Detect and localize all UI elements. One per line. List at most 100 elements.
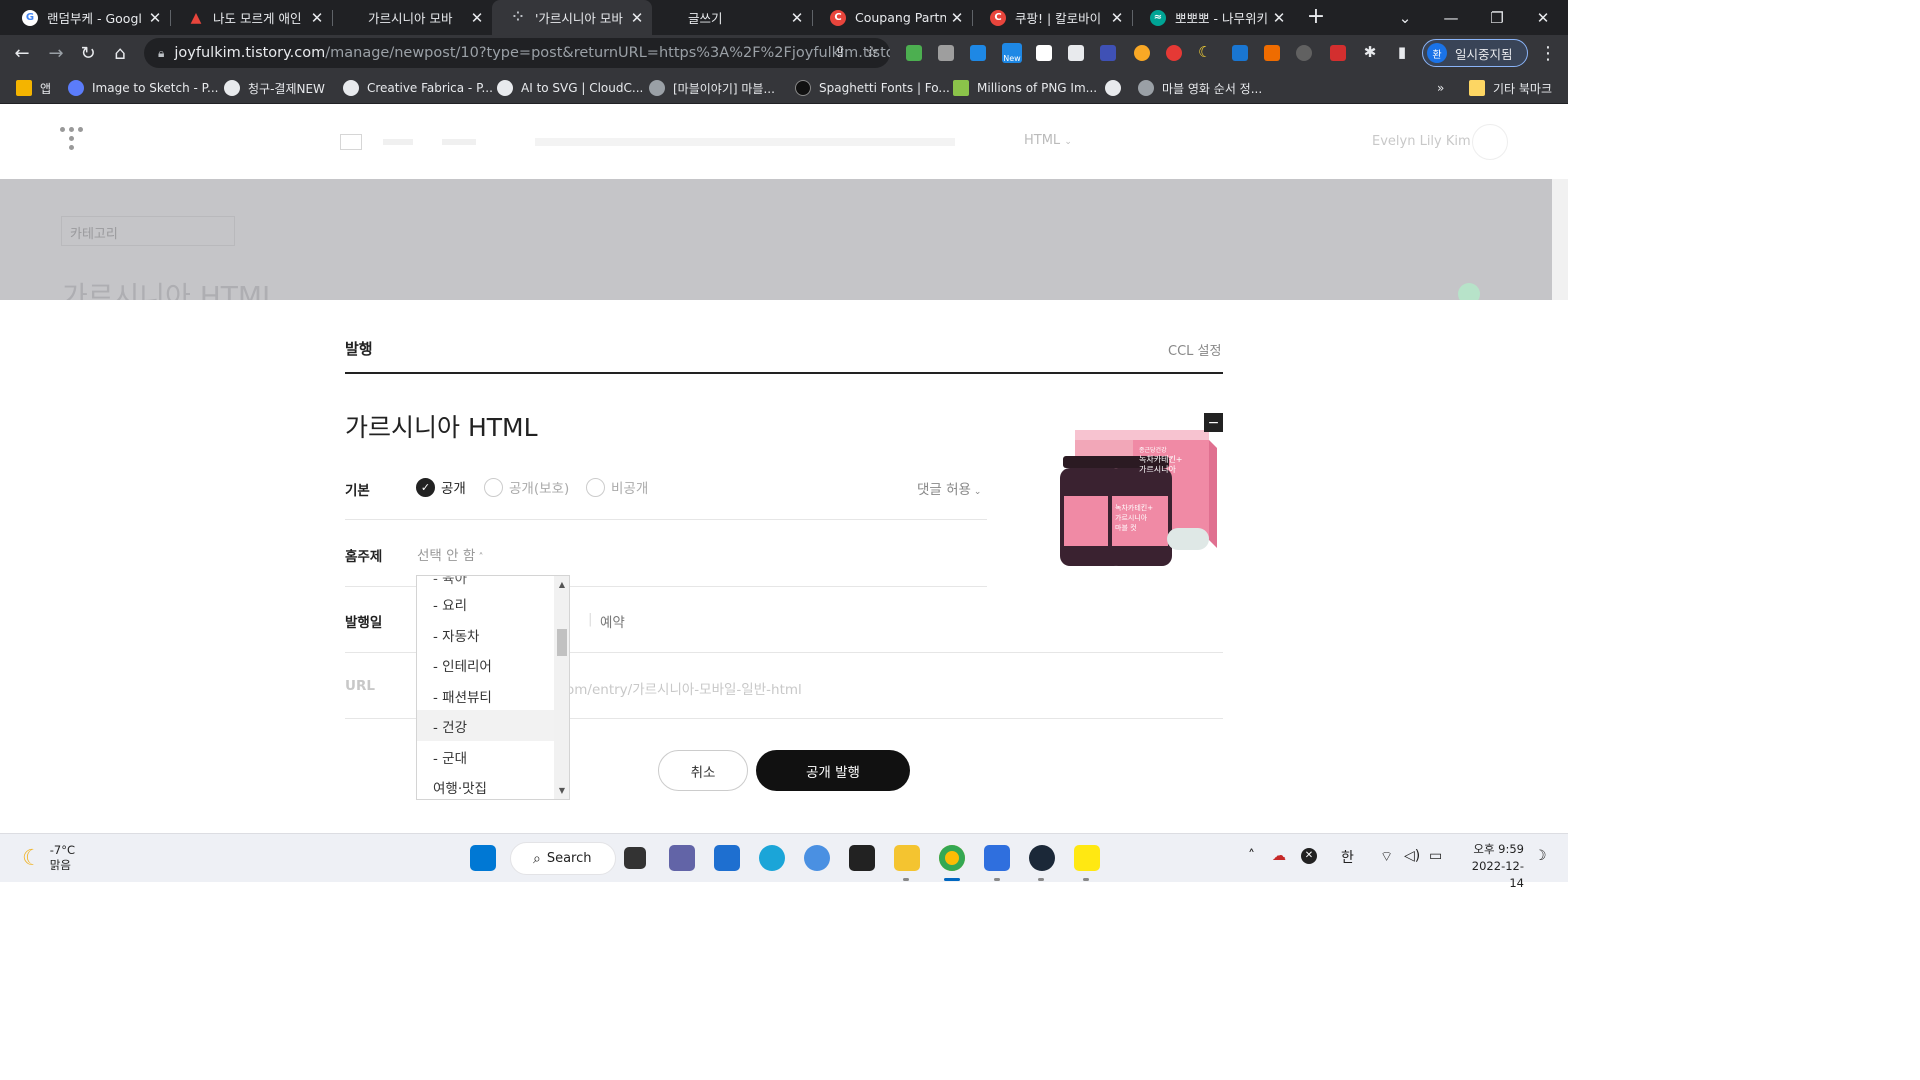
tab-0[interactable]: G 랜덤부케 - Googl ✕ [4, 0, 170, 35]
tab-2[interactable]: 가르시니아 모바 ✕ [332, 0, 492, 35]
visibility-public-radio[interactable]: ✓ 공개 [416, 477, 466, 497]
extension-icon[interactable] [1232, 45, 1248, 61]
pdf-icon[interactable] [1330, 45, 1346, 61]
extension-icon[interactable] [1036, 45, 1052, 61]
list-item[interactable]: 여행·맛집 [417, 771, 554, 799]
close-window-button[interactable]: ✕ [1520, 0, 1566, 35]
close-icon[interactable]: ✕ [1106, 9, 1128, 27]
extension-icon[interactable] [906, 45, 922, 61]
ccl-settings-link[interactable]: CCL 설정 [1168, 340, 1221, 359]
task-view-icon[interactable] [624, 847, 646, 869]
bookmark-item[interactable]: Spaghetti Fonts | Fo... [795, 78, 950, 98]
tab-7[interactable]: ≈ 뽀뽀뽀 - 나무위키 ✕ [1132, 0, 1294, 35]
dropdown-scrollbar[interactable] [554, 576, 569, 799]
address-bar[interactable]: 🔒︎ joyfulkim.tistory.com /manage/newpost… [144, 38, 890, 68]
close-icon[interactable]: ✕ [144, 9, 166, 27]
tab-6[interactable]: C 쿠팡! | 칼로바이 ✕ [972, 0, 1132, 35]
notion-icon[interactable] [849, 845, 875, 871]
minimize-button[interactable]: — [1428, 0, 1474, 35]
tab-3-active[interactable]: ⁘ '가르시니아 모바 ✕ [492, 0, 652, 35]
bookmarks-overflow[interactable]: » [1437, 78, 1444, 98]
focus-moon-icon[interactable]: ☽ [1534, 848, 1547, 864]
bookmark-item[interactable]: [마블이야기] 마블... [649, 78, 775, 98]
extension-icon[interactable] [1166, 45, 1182, 61]
extension-icon[interactable] [1068, 45, 1084, 61]
menu-dots-icon[interactable]: ⋮ [1536, 41, 1560, 65]
edge-icon[interactable] [759, 845, 785, 871]
weather-widget[interactable]: ☾ -7°C 맑음 [22, 843, 75, 873]
bookmark-item[interactable] [1105, 78, 1129, 98]
vpn-icon[interactable] [984, 845, 1010, 871]
ime-indicator[interactable]: 한 [1341, 847, 1354, 867]
publish-schedule-option[interactable]: 예약 [600, 611, 625, 631]
bookmark-item[interactable]: 마블 영화 순서 정... [1138, 78, 1262, 98]
toolbar-item[interactable] [383, 139, 413, 145]
category-select[interactable]: 카테고리 [61, 216, 235, 246]
moon-extension-icon[interactable]: ☾ [1198, 43, 1214, 61]
home-topic-dropdown[interactable]: - 육아 - 요리 - 자동차 - 인테리어 - 패션뷰티 - 건강 - 군대 … [416, 575, 570, 800]
post-title-input[interactable]: 가르시니아 HTML [62, 275, 278, 300]
store-icon[interactable] [714, 845, 740, 871]
bookmark-item[interactable]: AI to SVG | CloudC... [497, 78, 643, 98]
tab-5[interactable]: C Coupang Partners ✕ [812, 0, 972, 35]
close-icon[interactable]: ✕ [626, 9, 648, 27]
new-extension-icon[interactable]: New [1002, 43, 1022, 63]
bookmark-item[interactable]: 청구-결제NEW [224, 78, 325, 98]
list-item[interactable]: - 군대 [417, 741, 554, 772]
tab-search-icon[interactable]: ⌄ [1382, 0, 1428, 35]
bookmark-item[interactable]: Millions of PNG Im... [953, 78, 1097, 98]
profile-button[interactable]: 환 일시중지됨 [1422, 39, 1528, 67]
puzzle-icon[interactable]: ✱ [1360, 43, 1380, 63]
tab-4[interactable]: 글쓰기 ✕ [652, 0, 812, 35]
extension-icon[interactable] [1100, 45, 1116, 61]
list-item[interactable]: - 자동차 [417, 619, 554, 650]
page-scrollbar[interactable] [1552, 179, 1568, 300]
grammarly-icon[interactable] [1458, 283, 1480, 300]
reload-icon[interactable]: ↻ [76, 41, 100, 65]
list-item-hovered[interactable]: - 건강 [417, 710, 554, 741]
home-topic-select[interactable]: 선택 안 함 ˄ [417, 544, 483, 564]
list-item[interactable]: - 패션뷰티 [417, 680, 554, 711]
format-toolbar[interactable] [535, 138, 955, 146]
wifi-icon[interactable]: ⌔ [1380, 848, 1393, 866]
remove-thumbnail-button[interactable]: − [1204, 413, 1223, 432]
chevron-up-icon[interactable]: ˄ [1248, 848, 1255, 864]
image-icon[interactable] [340, 134, 362, 150]
start-icon[interactable] [470, 845, 496, 871]
close-icon[interactable]: ✕ [946, 9, 968, 27]
battery-icon[interactable]: ▭ [1429, 848, 1442, 864]
download-icon[interactable] [970, 45, 986, 61]
cloud-error-icon[interactable]: ☁ [1272, 848, 1286, 864]
chrome-icon[interactable] [939, 845, 965, 871]
tab-1[interactable]: ▲ 나도 모르게 애인 ✕ [170, 0, 332, 35]
comment-allow-dropdown[interactable]: 댓글 허용 ⌄ [917, 478, 981, 498]
visibility-protected-radio[interactable]: 공개(보호) [484, 477, 569, 497]
scroll-down-icon[interactable]: ▼ [554, 784, 569, 798]
tistory-logo-icon[interactable] [60, 127, 88, 157]
bookmark-apps[interactable]: 앱 [16, 78, 51, 98]
cancel-button[interactable]: 취소 [658, 750, 748, 791]
avatar[interactable] [1472, 124, 1508, 160]
share-icon[interactable]: ⇪ [830, 43, 850, 63]
chrome-alt-icon[interactable] [804, 845, 830, 871]
close-icon[interactable]: ✕ [1268, 9, 1290, 27]
html-mode-dropdown[interactable]: HTML ⌄ [1024, 133, 1072, 148]
visibility-private-radio[interactable]: 비공개 [586, 477, 648, 497]
bookmark-item[interactable]: Creative Fabrica - P... [343, 78, 493, 98]
extension-icon[interactable] [1296, 45, 1312, 61]
list-item[interactable]: - 인테리어 [417, 649, 554, 680]
publish-button[interactable]: 공개 발행 [756, 750, 910, 791]
forward-icon[interactable]: → [44, 41, 68, 65]
close-icon[interactable]: ✕ [786, 9, 808, 27]
other-bookmarks[interactable]: 기타 북마크 [1469, 78, 1552, 98]
close-icon[interactable]: ✕ [306, 9, 328, 27]
close-circle-icon[interactable]: ✕ [1301, 848, 1317, 864]
folder-icon[interactable] [894, 845, 920, 871]
extension-icon[interactable] [1134, 45, 1150, 61]
system-clock[interactable]: 오후 9:59 2022-12-14 [1458, 841, 1524, 892]
kakaotalk-icon[interactable] [1074, 845, 1100, 871]
scroll-up-icon[interactable]: ▲ [554, 578, 569, 592]
volume-icon[interactable]: ◁) [1404, 848, 1420, 864]
home-icon[interactable]: ⌂ [108, 41, 132, 65]
restore-button[interactable]: ❐ [1474, 0, 1520, 35]
